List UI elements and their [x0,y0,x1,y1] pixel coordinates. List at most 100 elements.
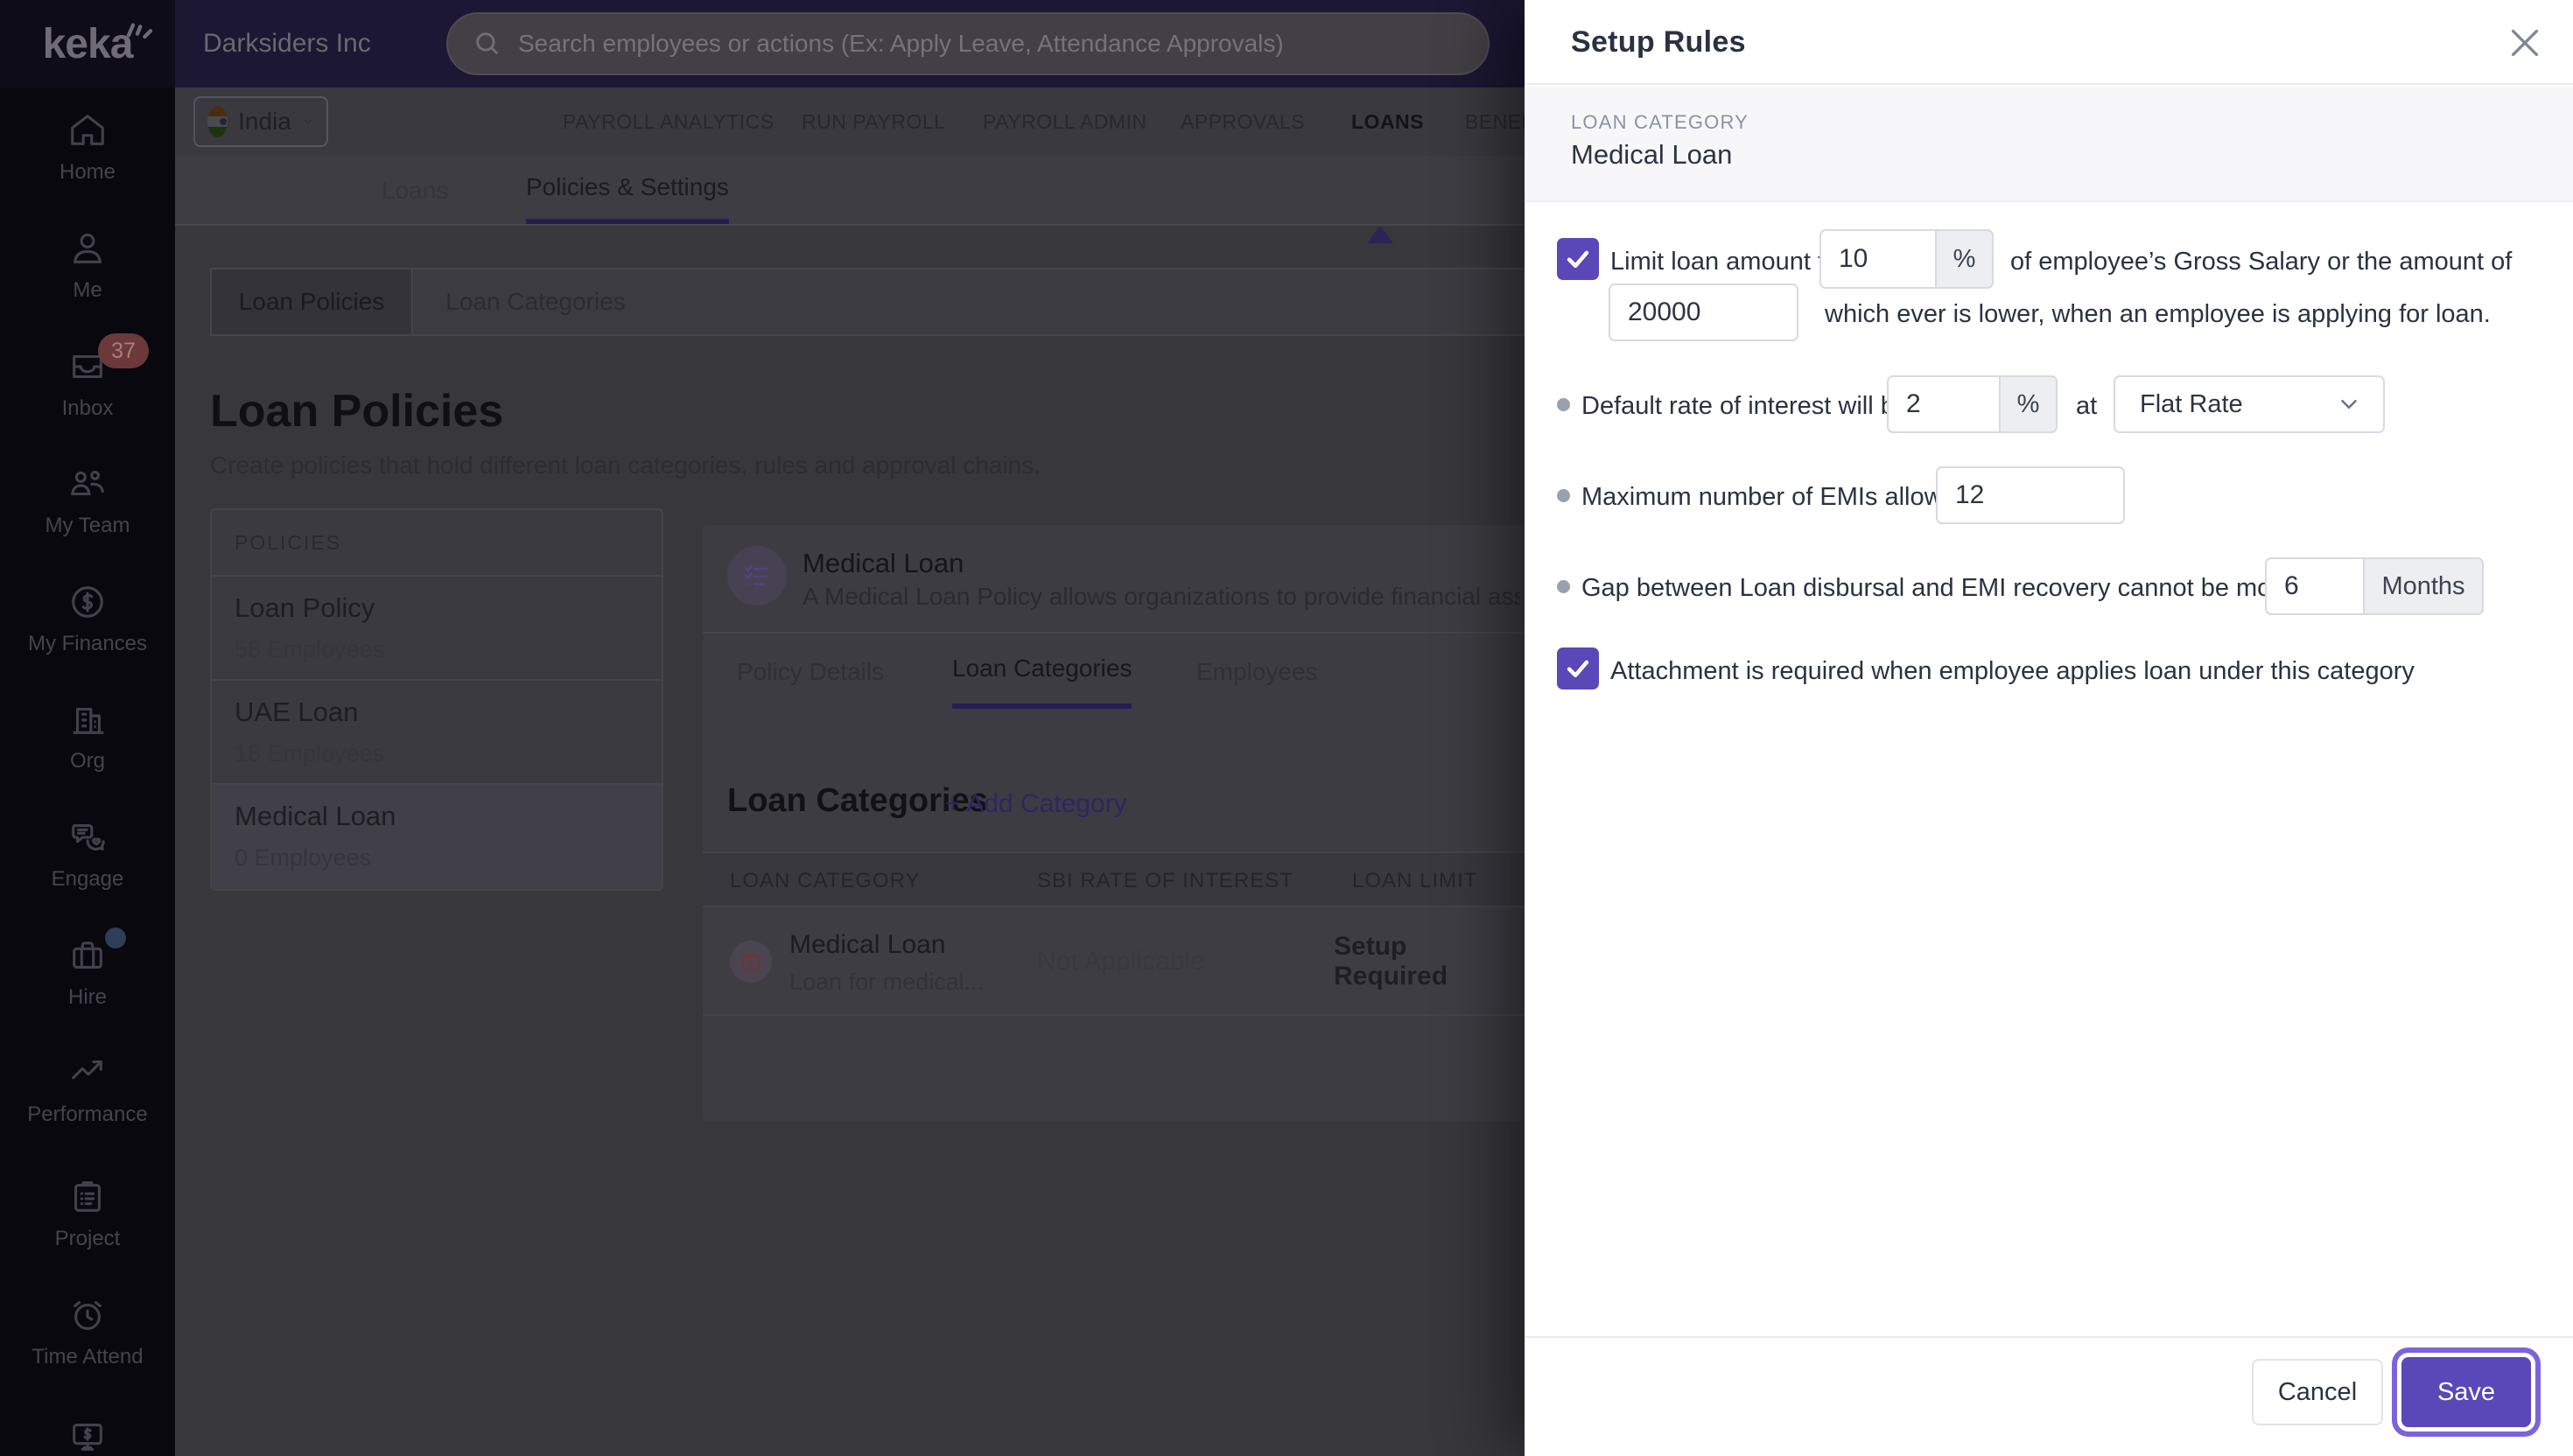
loan-category-block: LOAN CATEGORY Medical Loan [1525,87,2573,202]
sidebar-item-label: Engage [51,867,124,891]
tab-detail-loan-categories[interactable]: Loan Categories [952,634,1132,709]
sidebar-item-label: Org [69,749,105,773]
setup-rules-drawer: Setup Rules LOAN CATEGORY Medical Loan L… [1525,0,2573,1456]
inbox-badge: 37 [98,333,149,368]
country-label: India [238,108,291,135]
payroll-monitor-icon [67,1416,109,1456]
tab-loan-policies[interactable]: Loan Policies [212,270,413,334]
detail-tabs: Policy Details Loan Categories Employees [703,634,1525,710]
sidebar-item-project[interactable]: Project [0,1176,175,1284]
me-icon [67,228,109,270]
interest-rate-input[interactable] [1887,375,1999,433]
sidebar-item-home[interactable]: Home [0,109,175,218]
sidebar-item-label: Hire [67,985,107,1009]
bullet-icon [1557,489,1570,502]
cell-loan-limit[interactable]: Setup Required [1334,907,1525,1016]
gross-salary-percent-input[interactable] [1819,229,1935,289]
attachment-required-text: Attachment is required when employee app… [1610,657,2415,685]
tab-employees[interactable]: Employees [1196,634,1318,710]
page-subtitle: Create policies that hold different loan… [210,452,1041,479]
limit-loan-text-middle: of employee’s Gross Salary or the amount… [2010,248,2513,276]
time-attend-icon [67,1294,109,1336]
sidebar-item-label: Project [54,1227,121,1250]
home-icon [67,109,109,151]
app-root: keka Darksiders Inc Home Me [0,0,2573,1456]
chevron-down-icon [2341,400,2357,410]
subtab-loans[interactable]: Loans [382,156,448,226]
max-emi-input[interactable] [1936,466,2125,524]
close-icon[interactable] [2503,21,2547,65]
limit-loan-text-after: which ever is lower, when an employee is… [1825,300,2491,328]
sidebar-item-label: My Finances [27,632,148,655]
logo-spark-icon [127,23,153,38]
tab-loan-categories[interactable]: Loan Categories [413,270,658,334]
gap-months-input[interactable] [2265,557,2363,615]
sidebar-item-hire[interactable]: Hire [0,928,175,1043]
interest-text-before: Default rate of interest will be [1581,392,1909,420]
sidebar-item-label: Time Attend [32,1345,144,1368]
percent-addon: % [1935,229,1994,289]
tab-loans[interactable]: LOANS [1351,88,1424,156]
table-row-medical-loan[interactable]: Medical Loan Loan for medical... Not App… [703,907,1525,1016]
col-sbi-rate: SBI RATE OF INTEREST [1037,869,1294,892]
policies-list-header: POLICIES [212,510,662,577]
loan-amount-input[interactable] [1609,284,1798,341]
inbox-icon: 37 [67,333,149,388]
sidebar-item-time-attend[interactable]: Time Attend [0,1294,175,1403]
policy-row-medical-loan[interactable]: Medical Loan 0 Employees [212,785,662,889]
tab-payroll-admin[interactable]: PAYROLL ADMIN [983,88,1147,156]
categories-table-header: LOAN CATEGORY SBI RATE OF INTEREST LOAN … [703,851,1525,907]
policy-row-uae-loan[interactable]: UAE Loan 18 Employees [212,681,662,785]
cancel-button[interactable]: Cancel [2252,1359,2383,1425]
sidebar: Home Me 37 Inbox My Team My Finances Org… [0,88,175,1456]
cell-sbi-rate: Not Applicable [1037,947,1205,976]
global-search[interactable] [446,12,1490,75]
sidebar-item-label: Performance [27,1102,148,1126]
sidebar-item-me[interactable]: Me [0,228,175,336]
attachment-required-checkbox[interactable] [1557,648,1599,690]
company-name: Darksiders Inc [203,29,371,58]
sidebar-item-my-finances[interactable]: My Finances [0,581,175,690]
add-category-link[interactable]: + Add Category [945,789,1127,819]
sidebar-item-payroll[interactable] [0,1416,175,1456]
keka-logo[interactable]: keka [0,0,175,88]
search-icon [476,32,499,55]
policy-checklist-icon [727,546,787,606]
org-icon [67,698,109,740]
bullet-icon [1557,398,1570,411]
gap-text: Gap between Loan disbursal and EMI recov… [1581,574,2351,602]
india-flag-icon [207,106,228,137]
sidebar-item-label: Inbox [61,396,114,420]
sidebar-item-org[interactable]: Org [0,698,175,807]
tab-run-payroll[interactable]: RUN PAYROLL [802,88,945,156]
country-selector[interactable]: India [193,96,328,147]
loan-category-value: Medical Loan [1571,139,1733,170]
rate-type-select[interactable]: Flat Rate [2114,375,2385,433]
active-tab-caret [1367,226,1393,243]
col-loan-limit: LOAN LIMIT [1352,869,1478,892]
project-icon [67,1176,109,1218]
gross-salary-percent-group: % [1819,229,1994,289]
rate-type-value: Flat Rate [2140,389,2243,418]
percent-addon: % [1999,375,2058,433]
performance-icon [67,1052,109,1094]
limit-loan-checkbox[interactable] [1557,238,1599,280]
engage-icon [67,816,109,858]
tab-payroll-analytics[interactable]: PAYROLL ANALYTICS [563,88,775,156]
my-team-icon [67,463,109,505]
sidebar-item-inbox[interactable]: 37 Inbox [0,333,175,454]
search-input[interactable] [518,30,1463,58]
chevron-down-icon [304,119,312,124]
drawer-title: Setup Rules [1571,25,1746,59]
policies-tabstrip: Loan Policies Loan Categories [210,268,1525,336]
sidebar-item-my-team[interactable]: My Team [0,463,175,571]
cell-category-sub: Loan for medical... [789,969,985,995]
sidebar-item-engage[interactable]: Engage [0,816,175,925]
sidebar-item-label: Home [59,160,116,184]
tab-approvals[interactable]: APPROVALS [1181,88,1305,156]
save-button[interactable]: Save [2401,1357,2531,1427]
sidebar-item-performance[interactable]: Performance [0,1052,175,1160]
subtab-policies-settings[interactable]: Policies & Settings [526,156,729,224]
policy-row-loan-policy[interactable]: Loan Policy 58 Employees [212,577,662,681]
tab-policy-details[interactable]: Policy Details [737,634,884,710]
